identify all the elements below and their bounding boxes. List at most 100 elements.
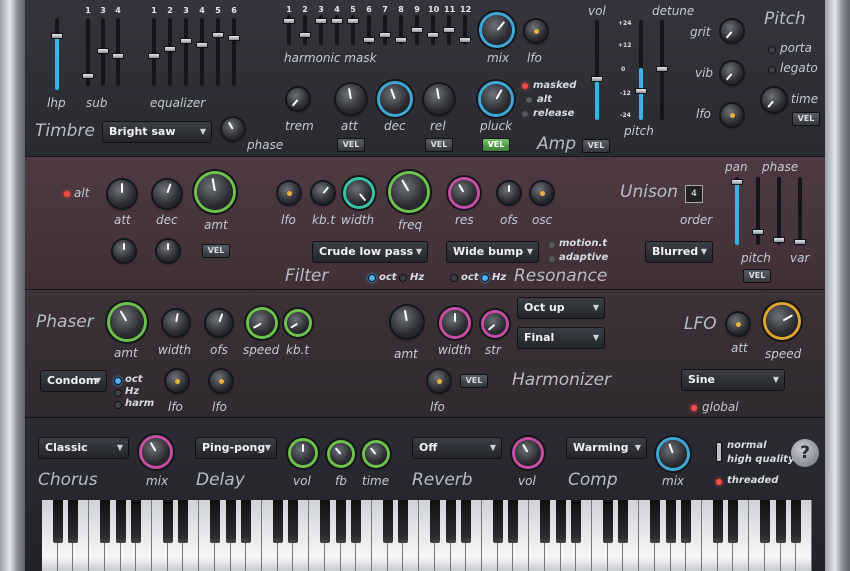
piano-keyboard[interactable] (42, 500, 812, 571)
pluck-vel-button[interactable]: VEL (482, 138, 510, 152)
piano-black-key[interactable] (225, 500, 236, 543)
resonance-oct-radio[interactable] (450, 274, 458, 282)
unison-vel-button[interactable]: VEL (743, 269, 771, 283)
piano-black-key[interactable] (99, 500, 110, 543)
harmonic-slider-2[interactable] (299, 15, 311, 45)
filter-dec-knob[interactable] (153, 180, 181, 208)
sub-slider-3[interactable] (97, 18, 109, 86)
piano-black-key[interactable] (618, 500, 629, 543)
piano-black-key[interactable] (162, 500, 173, 543)
harmonizer-str-knob[interactable] (484, 313, 506, 335)
filter-alt-led[interactable] (64, 191, 70, 197)
trem-knob[interactable] (287, 88, 309, 110)
vib-knob[interactable] (721, 62, 743, 84)
piano-black-key[interactable] (429, 500, 440, 543)
phaser-width-knob[interactable] (163, 310, 189, 336)
piano-black-key[interactable] (52, 500, 63, 543)
harmonizer-width-knob[interactable] (442, 310, 468, 336)
reverb-vol-knob[interactable] (515, 440, 541, 466)
filter-hz-radio[interactable] (399, 274, 407, 282)
chorus-mix-knob[interactable] (142, 438, 170, 466)
piano-black-key[interactable] (461, 500, 472, 543)
legato-radio[interactable] (768, 66, 776, 74)
reverb-mode-dropdown[interactable]: Off (412, 437, 502, 459)
delay-mode-dropdown[interactable]: Ping-pong (195, 437, 277, 459)
motion-led[interactable] (549, 242, 555, 248)
eq-slider-3[interactable] (180, 18, 192, 86)
release-option-led[interactable] (522, 111, 528, 117)
lfo-global-led[interactable] (691, 405, 697, 411)
filter-ofs-knob[interactable] (498, 182, 520, 204)
filter-freq-knob[interactable] (391, 174, 427, 210)
harmonizer-vel-button[interactable]: VEL (460, 374, 488, 388)
filter-vel-button[interactable]: VEL (202, 244, 230, 258)
harmonic-slider-10[interactable] (427, 15, 439, 45)
eq-slider-2[interactable] (164, 18, 176, 86)
porta-time-knob[interactable] (762, 88, 786, 112)
masked-option-led[interactable] (522, 83, 528, 89)
eq-slider-6[interactable] (228, 18, 240, 86)
unison-pitch-slider[interactable] (752, 177, 764, 245)
chorus-mode-dropdown[interactable]: Classic (38, 437, 129, 459)
piano-black-key[interactable] (712, 500, 723, 543)
piano-black-key[interactable] (759, 500, 770, 543)
piano-black-key[interactable] (649, 500, 660, 543)
harmonic-lfo-knob[interactable] (525, 20, 547, 42)
filter-lfo-knob[interactable] (278, 182, 300, 204)
timbre-preset-dropdown[interactable]: Bright saw (102, 121, 212, 143)
phaser-ofs-knob[interactable] (206, 310, 232, 336)
pluck-knob[interactable] (481, 84, 511, 114)
pitch-vel-button[interactable]: VEL (792, 112, 820, 126)
filter-att-knob[interactable] (108, 180, 136, 208)
piano-black-key[interactable] (492, 500, 503, 543)
filter-res-knob[interactable] (451, 180, 477, 206)
filter-width-knob[interactable] (346, 180, 372, 206)
sub-slider-1[interactable] (82, 18, 94, 86)
piano-black-key[interactable] (351, 500, 362, 543)
piano-black-key[interactable] (445, 500, 456, 543)
piano-black-key[interactable] (319, 500, 330, 543)
sub-slider-4[interactable] (112, 18, 124, 86)
adaptive-led[interactable] (549, 256, 555, 262)
piano-black-key[interactable] (681, 500, 692, 543)
piano-black-key[interactable] (555, 500, 566, 543)
piano-black-key[interactable] (791, 500, 802, 543)
help-button[interactable]: ? (791, 439, 819, 467)
piano-black-key[interactable] (571, 500, 582, 543)
eq-slider-4[interactable] (196, 18, 208, 86)
harmonic-slider-1[interactable] (283, 15, 295, 45)
filter-amt-knob[interactable] (197, 174, 233, 210)
pitch-lfo-knob[interactable] (721, 104, 743, 126)
piano-black-key[interactable] (382, 500, 393, 543)
delay-fb-knob[interactable] (330, 443, 352, 465)
unison-var-slider[interactable] (794, 177, 806, 245)
harmonic-slider-6[interactable] (363, 15, 375, 45)
filter-oct-radio[interactable] (368, 274, 376, 282)
harmonizer-mode-2-dropdown[interactable]: Final (517, 327, 605, 349)
phaser-lfo-1-knob[interactable] (166, 370, 188, 392)
piano-black-key[interactable] (665, 500, 676, 543)
delay-vol-knob[interactable] (291, 441, 315, 465)
amp-rel-vel-button[interactable]: VEL (425, 138, 453, 152)
phaser-oct-radio[interactable] (114, 377, 122, 385)
grit-knob[interactable] (721, 20, 743, 42)
piano-black-key[interactable] (131, 500, 142, 543)
amp-rel-knob[interactable] (424, 84, 454, 114)
amp-att-knob[interactable] (336, 84, 366, 114)
harmonic-slider-3[interactable] (315, 15, 327, 45)
piano-black-key[interactable] (335, 500, 346, 543)
harmonic-mix-knob[interactable] (482, 15, 512, 45)
alt-option-led[interactable] (526, 97, 532, 103)
harmonic-slider-9[interactable] (411, 15, 423, 45)
threaded-led[interactable] (716, 479, 722, 485)
piano-black-key[interactable] (539, 500, 550, 543)
amp-dec-knob[interactable] (380, 84, 410, 114)
lhp-slider[interactable] (51, 18, 63, 90)
lfo-speed-knob[interactable] (766, 305, 798, 337)
piano-black-key[interactable] (241, 500, 252, 543)
comp-mode-dropdown[interactable]: Warming (566, 437, 647, 459)
filter-kbt-knob[interactable] (312, 182, 334, 204)
porta-radio[interactable] (768, 46, 776, 54)
unison-phase-slider[interactable] (773, 177, 785, 245)
piano-black-key[interactable] (728, 500, 739, 543)
